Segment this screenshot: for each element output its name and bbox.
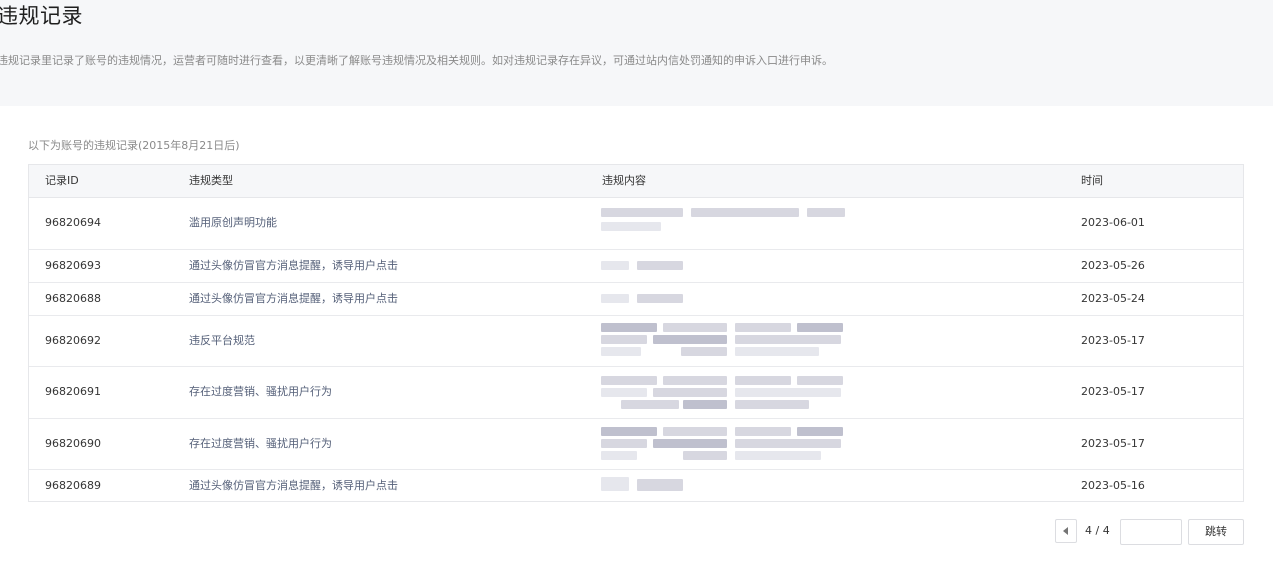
- records-caption: 以下为账号的违规记录(2015年8月21日后): [28, 139, 240, 152]
- violation-time: 2023-05-17: [1081, 334, 1145, 347]
- violation-type: 违反平台规范: [189, 334, 255, 347]
- table-row: 96820693 通过头像仿冒官方消息提醒，诱导用户点击 2023-05-26: [29, 250, 1243, 283]
- violation-time: 2023-05-24: [1081, 292, 1145, 305]
- record-id: 96820689: [45, 479, 101, 492]
- chevron-left-icon: [1063, 527, 1068, 535]
- violation-time: 2023-05-17: [1081, 437, 1145, 450]
- table-row: 96820688 通过头像仿冒官方消息提醒，诱导用户点击 2023-05-24: [29, 283, 1243, 316]
- page-header: 违规记录 违规记录里记录了账号的违规情况，运营者可随时进行查看，以更清晰了解账号…: [0, 0, 1273, 106]
- previous-page-button[interactable]: [1055, 519, 1077, 543]
- table-row: 96820692 违反平台规范 2023-05-17: [29, 316, 1243, 367]
- violation-table: 记录ID 违规类型 违规内容 时间 96820694 滥用原创声明功能 2023…: [28, 164, 1244, 502]
- record-id: 96820688: [45, 292, 101, 305]
- violation-time: 2023-05-17: [1081, 385, 1145, 398]
- record-id: 96820694: [45, 216, 101, 229]
- violation-type: 通过头像仿冒官方消息提醒，诱导用户点击: [189, 292, 398, 305]
- column-header-time: 时间: [1081, 174, 1103, 187]
- violation-type: 通过头像仿冒官方消息提醒，诱导用户点击: [189, 259, 398, 272]
- column-header-id: 记录ID: [45, 174, 79, 187]
- table-row: 96820689 通过头像仿冒官方消息提醒，诱导用户点击 2023-05-16: [29, 470, 1243, 503]
- table-row: 96820691 存在过度营销、骚扰用户行为 2023-05-17: [29, 367, 1243, 419]
- page-jump-input[interactable]: [1120, 519, 1182, 545]
- table-header: 记录ID 违规类型 违规内容 时间: [29, 165, 1243, 198]
- jump-button[interactable]: 跳转: [1188, 519, 1244, 545]
- record-id: 96820690: [45, 437, 101, 450]
- record-id: 96820691: [45, 385, 101, 398]
- table-row: 96820690 存在过度营销、骚扰用户行为 2023-05-17: [29, 419, 1243, 470]
- table-row: 96820694 滥用原创声明功能 2023-06-01: [29, 198, 1243, 250]
- violation-type: 存在过度营销、骚扰用户行为: [189, 437, 332, 450]
- page-title: 违规记录: [0, 4, 83, 28]
- violation-time: 2023-05-16: [1081, 479, 1145, 492]
- column-header-content: 违规内容: [602, 174, 646, 187]
- violation-type: 存在过度营销、骚扰用户行为: [189, 385, 332, 398]
- violation-time: 2023-05-26: [1081, 259, 1145, 272]
- record-id: 96820693: [45, 259, 101, 272]
- violation-time: 2023-06-01: [1081, 216, 1145, 229]
- record-id: 96820692: [45, 334, 101, 347]
- column-header-type: 违规类型: [189, 174, 233, 187]
- page-description: 违规记录里记录了账号的违规情况，运营者可随时进行查看，以更清晰了解账号违规情况及…: [0, 54, 833, 67]
- page-indicator: 4 / 4: [1085, 524, 1110, 537]
- violation-type: 通过头像仿冒官方消息提醒，诱导用户点击: [189, 479, 398, 492]
- violation-type: 滥用原创声明功能: [189, 216, 277, 229]
